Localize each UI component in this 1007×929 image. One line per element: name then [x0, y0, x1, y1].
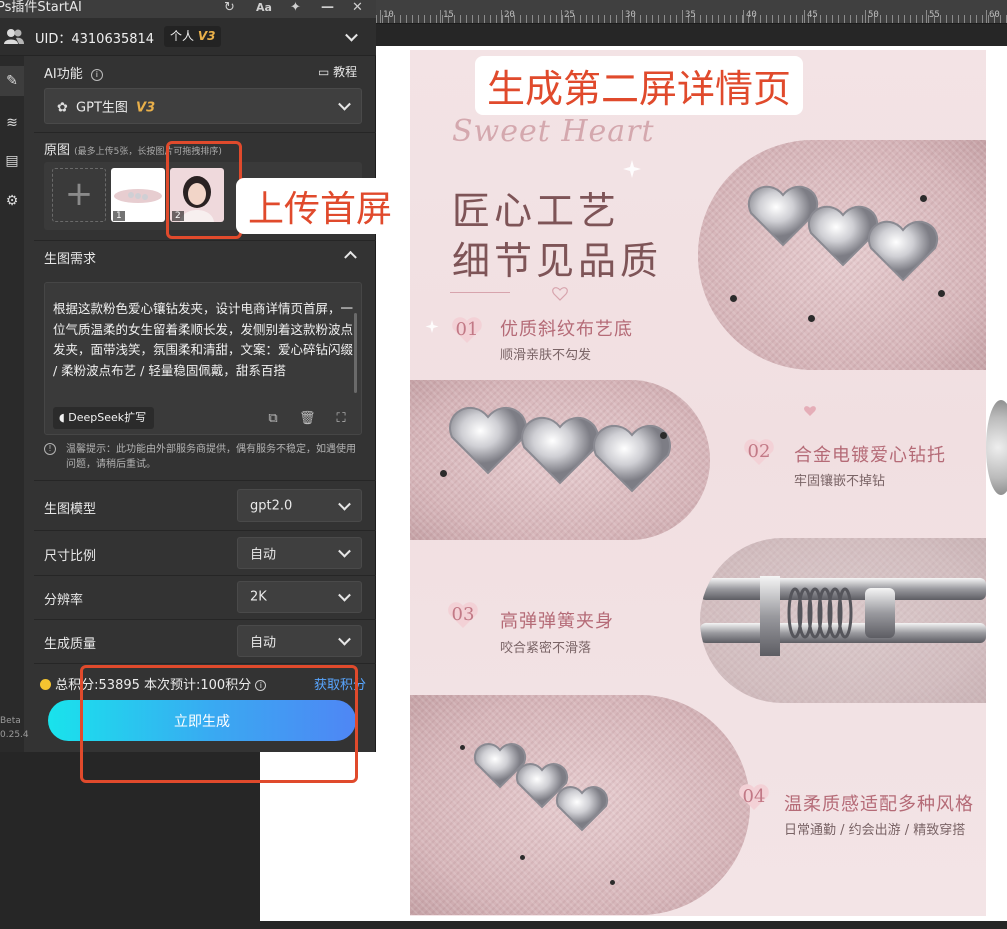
feature-subtitle: 顺滑亲肤不勾发 [500, 348, 592, 363]
chevron-down-icon [338, 497, 351, 511]
account-type-badge: 个人 V3 [164, 26, 222, 47]
prompt-scrollbar[interactable] [354, 313, 357, 393]
heart-rhinestone-cluster [748, 185, 938, 282]
deepseek-whale-icon: ◖ [59, 411, 65, 424]
script-title: Sweet Heart [452, 114, 655, 149]
model-select[interactable]: gpt2.0 [237, 489, 362, 522]
ruler-number: 25 [561, 10, 575, 23]
gear-icon[interactable]: ⚙ [3, 192, 21, 210]
ai-function-label: AI功能 i [44, 63, 103, 82]
expand-icon[interactable]: ⛶ [333, 411, 349, 427]
spring-clip-illustration [700, 576, 986, 656]
feature-title: 温柔质感适配多种风格 [784, 794, 974, 815]
photoshop-workspace: 10 15 20 25 30 35 40 45 50 55 60 Sweet H… [0, 0, 1007, 929]
font-size-icon[interactable]: Aa [256, 0, 272, 16]
version-label: 0.25.4 [0, 730, 29, 740]
highlight-box-generate [80, 665, 358, 783]
panel-title: Ps插件StartAI [0, 0, 82, 15]
quality-select[interactable]: 自动 [237, 625, 362, 657]
ruler-number: 40 [743, 10, 757, 23]
feature-subtitle: 日常通勤 / 约会出游 / 精致穿搭 [784, 823, 966, 838]
chevron-down-icon [338, 632, 351, 646]
aspect-ratio-select[interactable]: 自动 [237, 537, 362, 569]
deepseek-expand-button[interactable]: ◖ DeepSeek扩写 [53, 407, 155, 429]
close-icon[interactable]: ✕ [352, 0, 363, 16]
heart-rhinestone-cluster [473, 743, 609, 832]
heart-rhinestone-cluster [449, 406, 671, 493]
history-icon[interactable]: ▤ [3, 152, 21, 170]
uid-label: UID：4310635814 [35, 32, 155, 47]
ruler-number: 10 [380, 10, 394, 23]
gpt-logo-icon: ✿ [57, 100, 68, 116]
ruler-number: 15 [440, 10, 454, 23]
prompt-textarea[interactable]: 根据这款粉色爱心镶钻发夹，设计电商详情页首屏，一位气质温柔的女生留着柔顺长发，发… [44, 282, 362, 435]
pin-icon[interactable]: ✦ [290, 0, 301, 16]
account-bar[interactable]: UID：4310635814 个人 V3 [0, 18, 376, 56]
ruler-number: 35 [682, 10, 696, 23]
feature-title: 优质斜纹布艺底 [500, 319, 633, 340]
heart-divider [450, 279, 510, 293]
feature-number-badge: 02 [740, 435, 778, 469]
headline-line-2: 细节见品质 [452, 239, 663, 283]
copy-prompt-icon[interactable]: ⧉ [265, 411, 281, 427]
panel-titlebar[interactable]: Ps插件StartAI ↻ Aa ✦ — ✕ [0, 0, 376, 18]
setting-label: 生图模型 [44, 502, 97, 517]
info-icon[interactable]: i [90, 68, 103, 81]
upload-add-button[interactable]: + [52, 168, 106, 222]
feature-title: 高弹弹簧夹身 [500, 611, 614, 632]
ruler-number: 30 [622, 10, 636, 23]
tool-rail: ✎ ≋ ▤ ⚙ Beta 0.25.4 [0, 56, 29, 752]
feature-subtitle: 咬合紧密不滑落 [500, 641, 592, 656]
ruler-number: 55 [926, 10, 940, 23]
trash-icon[interactable]: 🗑 [299, 411, 316, 427]
requirements-label: 生图需求 [44, 252, 97, 267]
setting-label: 尺寸比例 [44, 549, 97, 564]
info-icon: ! [44, 443, 56, 455]
detail-page-document[interactable]: Sweet Heart 匠心工艺 细节见品质 01 优质斜纹布艺底 顺滑亲肤不勾… [410, 50, 986, 916]
headline-line-1: 匠心工艺 [452, 189, 621, 233]
service-notice: ! 温馨提示：此功能由外部服务商提供，偶有服务不稳定，如遇使用问题，请稍后重试。 [44, 442, 364, 472]
feature-subtitle: 牢固镶嵌不掉钻 [794, 474, 886, 489]
resolution-select[interactable]: 2K [237, 581, 362, 613]
feature-title: 合金电镀爱心钻托 [794, 445, 946, 466]
refresh-icon[interactable]: ↻ [224, 0, 235, 16]
beta-label: Beta [0, 716, 21, 726]
chevron-down-icon[interactable] [345, 28, 358, 42]
layers-icon[interactable]: ≋ [3, 114, 21, 132]
feature-number-badge: 04 [735, 780, 773, 814]
ruler-number: 45 [804, 10, 818, 23]
ruler-number: 20 [501, 10, 515, 23]
coin-icon [40, 679, 51, 690]
ruler-number: 60 [986, 10, 1000, 23]
tutorial-link[interactable]: ▭ 教程 [318, 63, 357, 80]
prompt-text[interactable]: 根据这款粉色爱心镶钻发夹，设计电商详情页首屏，一位气质温柔的女生留着柔顺长发，发… [53, 299, 353, 381]
product-photo-hair-clip [410, 695, 750, 915]
source-thumbnail-1[interactable]: 1 [111, 168, 165, 222]
book-icon: ▭ [318, 65, 330, 79]
annotation-upload-first-screen: 上传首屏 [236, 178, 405, 234]
product-photo-fabric [698, 140, 986, 370]
users-icon [4, 29, 24, 44]
chevron-up-icon[interactable] [344, 250, 357, 264]
edit-icon[interactable]: ✎ [3, 72, 21, 90]
product-photo-heart-setting [410, 380, 710, 540]
ai-function-select[interactable]: ✿ GPT生图 V3 [44, 88, 362, 124]
ruler-number: 50 [865, 10, 879, 23]
product-photo-spring-clip [700, 538, 986, 703]
feature-number-badge: 03 [444, 598, 482, 632]
feature-number-badge: 01 [448, 313, 486, 347]
annotation-generate-second-screen: 生成第二屏详情页 [475, 56, 804, 115]
chevron-down-icon [338, 97, 351, 111]
chevron-down-icon [338, 544, 351, 558]
startai-plugin-panel: Ps插件StartAI ↻ Aa ✦ — ✕ UID：4310635814 个人… [0, 0, 376, 752]
horizontal-ruler: 10 15 20 25 30 35 40 45 50 55 60 [376, 0, 1007, 24]
minimize-icon[interactable]: — [321, 0, 334, 16]
setting-label: 生成质量 [44, 637, 97, 652]
highlight-box-upload [166, 141, 242, 239]
chevron-down-icon [338, 588, 351, 602]
setting-label: 分辨率 [44, 593, 84, 608]
